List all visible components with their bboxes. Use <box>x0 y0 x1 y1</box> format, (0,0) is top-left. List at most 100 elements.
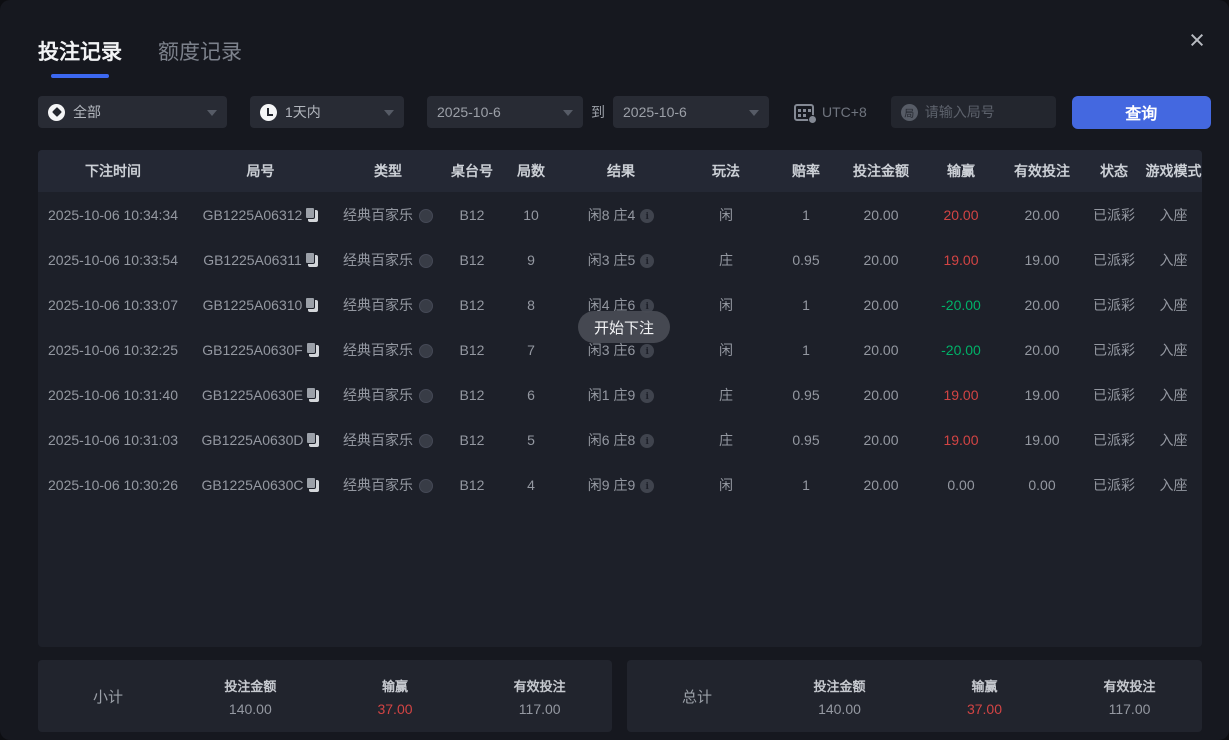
cell-bet-amount: 20.00 <box>841 237 921 282</box>
table-row: 2025-10-06 10:33:54GB1225A06311经典百家乐B129… <box>38 237 1202 282</box>
cell-win-loss: 20.00 <box>921 192 1001 237</box>
cell-game-type-text: 经典百家乐 <box>343 432 413 448</box>
cell-valid-bet-text: 19.00 <box>1024 432 1059 448</box>
cell-game-type-text: 经典百家乐 <box>343 477 413 493</box>
cell-bet-time-text: 2025-10-06 10:33:54 <box>48 252 178 268</box>
cell-game-mode: 入座 <box>1145 192 1202 237</box>
copy-icon[interactable] <box>309 480 319 492</box>
time-range-select[interactable]: 1天内 <box>250 96 404 128</box>
cell-bet-amount-text: 20.00 <box>863 297 898 313</box>
result-info-icon[interactable] <box>640 434 654 448</box>
copy-icon[interactable] <box>308 255 318 267</box>
cell-table-no-text: B12 <box>460 297 485 313</box>
cell-valid-bet: 20.00 <box>1001 192 1083 237</box>
close-icon[interactable]: × <box>1177 20 1217 60</box>
cell-round-id-text: GB1225A0630C <box>202 477 304 493</box>
cell-game-mode: 入座 <box>1145 327 1202 372</box>
round-search-input[interactable] <box>925 104 1046 120</box>
result-info-icon[interactable] <box>640 344 654 358</box>
column-header: 状态 <box>1083 150 1145 192</box>
cell-game-type: 经典百家乐 <box>333 372 443 417</box>
cell-valid-bet-text: 19.00 <box>1024 387 1059 403</box>
cell-odds-text: 1 <box>802 342 810 358</box>
cell-round-count-text: 5 <box>527 432 535 448</box>
date-from-select[interactable]: 2025-10-6 <box>427 96 583 128</box>
cell-status-text: 已派彩 <box>1093 432 1135 448</box>
cell-play: 闲 <box>681 327 771 372</box>
date-to-label: 到 <box>591 102 605 122</box>
cell-win-loss: 0.00 <box>921 462 1001 507</box>
cell-bet-amount-text: 20.00 <box>863 207 898 223</box>
round-search-box[interactable]: 局 <box>891 96 1056 128</box>
cell-play-text: 闲 <box>719 477 733 493</box>
copy-icon[interactable] <box>309 390 319 402</box>
cell-win-loss: 19.00 <box>921 417 1001 462</box>
cell-play: 庄 <box>681 417 771 462</box>
cell-bet-time: 2025-10-06 10:32:25 <box>38 327 188 372</box>
cell-bet-amount-text: 20.00 <box>863 252 898 268</box>
subtotal-bet-value: 140.00 <box>178 701 323 717</box>
tab-quota-records-label: 额度记录 <box>158 41 242 64</box>
column-header: 局号 <box>188 150 333 192</box>
game-info-icon[interactable] <box>419 344 433 358</box>
cell-status-text: 已派彩 <box>1093 252 1135 268</box>
cell-result: 闲1 庄9 <box>561 372 681 417</box>
bet-records-dialog: 投注记录 额度记录 × 全部 1天内 2025-10-6 到 2025-10-6 <box>0 0 1229 740</box>
game-info-icon[interactable] <box>419 299 433 313</box>
cell-game-type-text: 经典百家乐 <box>343 342 413 358</box>
tab-bet-records[interactable]: 投注记录 <box>38 36 122 78</box>
cell-win-loss: -20.00 <box>921 282 1001 327</box>
date-to-select[interactable]: 2025-10-6 <box>613 96 769 128</box>
copy-icon[interactable] <box>309 435 319 447</box>
column-header: 有效投注 <box>1001 150 1083 192</box>
cell-play-text: 庄 <box>719 387 733 403</box>
cell-odds: 1 <box>771 462 841 507</box>
table-header-row: 下注时间局号类型桌台号局数结果玩法赔率投注金额输赢有效投注状态游戏模式 <box>38 150 1202 192</box>
cell-odds-text: 0.95 <box>792 252 819 268</box>
cell-valid-bet-text: 20.00 <box>1024 207 1059 223</box>
game-info-icon[interactable] <box>419 479 433 493</box>
game-info-icon[interactable] <box>419 434 433 448</box>
cell-status-text: 已派彩 <box>1093 342 1135 358</box>
cell-status-text: 已派彩 <box>1093 297 1135 313</box>
cell-play-text: 闲 <box>719 342 733 358</box>
query-button[interactable]: 查询 <box>1072 96 1211 129</box>
table-row: 2025-10-06 10:30:26GB1225A0630C经典百家乐B124… <box>38 462 1202 507</box>
total-bet-label: 投注金额 <box>767 676 912 695</box>
cell-table-no: B12 <box>443 282 501 327</box>
game-type-select[interactable]: 全部 <box>38 96 227 128</box>
copy-icon[interactable] <box>308 300 318 312</box>
game-info-icon[interactable] <box>419 209 433 223</box>
subtotal-valid-stat: 有效投注 117.00 <box>467 676 612 717</box>
total-valid-label: 有效投注 <box>1057 676 1202 695</box>
copy-icon[interactable] <box>308 210 318 222</box>
result-info-icon[interactable] <box>640 479 654 493</box>
result-info-icon[interactable] <box>640 209 654 223</box>
tab-quota-records[interactable]: 额度记录 <box>158 36 242 78</box>
cell-table-no-text: B12 <box>460 252 485 268</box>
result-info-icon[interactable] <box>640 389 654 403</box>
cell-bet-time-text: 2025-10-06 10:33:07 <box>48 297 178 313</box>
cell-odds: 1 <box>771 327 841 372</box>
game-info-icon[interactable] <box>419 389 433 403</box>
cell-status-text: 已派彩 <box>1093 207 1135 223</box>
cell-game-type-text: 经典百家乐 <box>343 387 413 403</box>
cell-bet-amount: 20.00 <box>841 417 921 462</box>
game-info-icon[interactable] <box>419 254 433 268</box>
cell-valid-bet-text: 20.00 <box>1024 342 1059 358</box>
result-info-icon[interactable] <box>640 254 654 268</box>
total-win-value: 37.00 <box>912 701 1057 717</box>
subtotal-valid-value: 117.00 <box>467 701 612 717</box>
cell-odds-text: 0.95 <box>792 387 819 403</box>
cell-valid-bet-text: 20.00 <box>1024 297 1059 313</box>
cell-status-text: 已派彩 <box>1093 477 1135 493</box>
game-type-select-value: 全部 <box>73 102 101 122</box>
table-header: 下注时间局号类型桌台号局数结果玩法赔率投注金额输赢有效投注状态游戏模式 <box>38 150 1202 192</box>
copy-icon[interactable] <box>309 345 319 357</box>
cell-game-type-text: 经典百家乐 <box>343 297 413 313</box>
cell-odds-text: 1 <box>802 207 810 223</box>
cell-play: 闲 <box>681 282 771 327</box>
cell-game-type: 经典百家乐 <box>333 282 443 327</box>
cell-win-loss-text: -20.00 <box>941 297 981 313</box>
cell-valid-bet-text: 0.00 <box>1028 477 1055 493</box>
